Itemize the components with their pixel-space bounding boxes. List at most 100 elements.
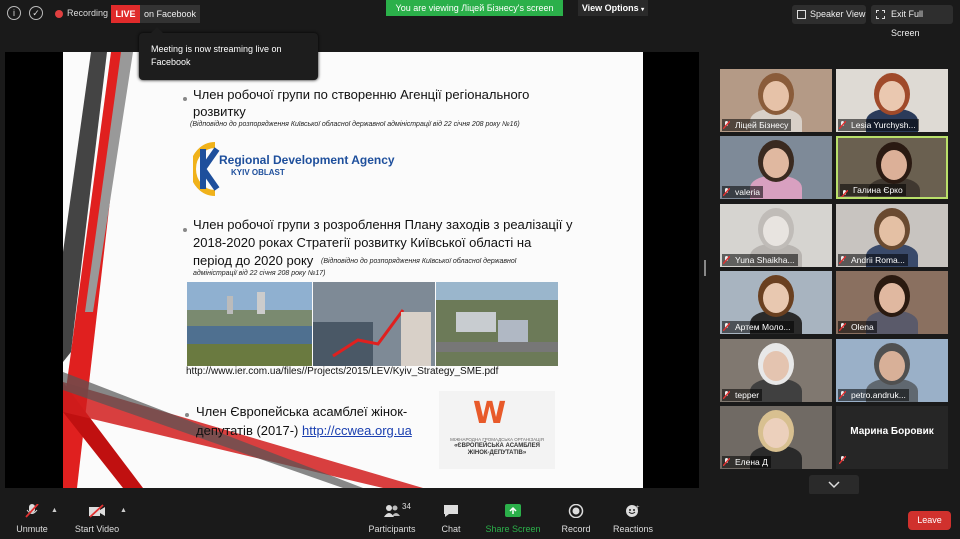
participant-video-face (763, 283, 789, 313)
muted-mic-icon (841, 190, 848, 197)
industrial-aerial-photo (436, 282, 558, 366)
ew-name-line2: ЖІНОК-ДЕПУТАТІВ» (467, 450, 527, 456)
participants-button[interactable]: 34 Participants (362, 494, 422, 539)
video-options-caret-icon[interactable]: ▲ (120, 507, 127, 514)
participant-tile[interactable]: tepper (720, 339, 832, 402)
participant-tile[interactable]: Lesia Yurchysh... (836, 69, 948, 132)
gallery-scroll-down-button[interactable] (809, 475, 859, 495)
slide-item3-text: депутатів (2017-) (196, 423, 302, 438)
participant-video-face (763, 148, 789, 178)
participant-tile[interactable]: Olena (836, 271, 948, 334)
chat-button[interactable]: Chat (421, 494, 481, 539)
shield-icon[interactable]: ✓ (29, 6, 43, 20)
muted-mic-icon (723, 188, 730, 196)
slide-item1-note: (Відповідно до розпорядження Київської о… (190, 121, 520, 128)
chevron-down-icon: ▾ (641, 7, 645, 13)
participant-tile[interactable]: Марина Боровик (836, 406, 948, 469)
live-platform[interactable]: on Facebook (140, 5, 200, 23)
strategy-url[interactable]: http://www.ier.com.ua/files//Projects/20… (186, 366, 498, 377)
live-badge[interactable]: LIVE (111, 5, 140, 23)
info-icon[interactable]: i (7, 6, 21, 20)
participant-video-face (879, 81, 905, 111)
muted-mic-icon (723, 121, 730, 129)
participant-video-face (879, 283, 905, 313)
leave-button[interactable]: Leave (908, 511, 951, 530)
participant-name: Марина Боровик (850, 426, 934, 437)
audio-options-caret-icon[interactable]: ▲ (51, 507, 58, 514)
start-video-label: Start Video (74, 524, 120, 534)
ew-name: «ЄВРОПЕЙСЬКА АСАМБЛЕЯ ЖІНОК-ДЕПУТАТІВ» (443, 443, 551, 457)
muted-mic-icon (723, 323, 730, 331)
participants-label: Participants (368, 524, 416, 534)
reactions-button[interactable]: + Reactions (603, 494, 663, 539)
city-river-photo (187, 282, 312, 366)
unmute-button[interactable]: Unmute (2, 494, 62, 539)
record-button[interactable]: Record (546, 494, 606, 539)
slide-item3-line2: депутатів (2017-) http://ccwea.org.ua (196, 422, 412, 439)
regional-development-agency-logo: Regional Development Agency KYIV OBLAST (193, 141, 395, 197)
slide-item2-line3: період до 2020 року (193, 253, 314, 268)
share-screen-button[interactable]: Share Screen (483, 494, 543, 539)
participant-tile[interactable]: Галина Єрко (836, 136, 948, 199)
european-assembly-logo: W МІЖНАРОДНА ГРОМАДСЬКА ОРГАНІЗАЦІЯ «ЄВР… (439, 391, 555, 469)
participant-name: Lesia Yurchysh... (838, 119, 919, 131)
muted-mic-icon (723, 458, 730, 466)
slide-item1-line2: розвитку (193, 104, 246, 119)
muted-mic-icon (839, 391, 846, 399)
view-options-label: View Options (581, 3, 639, 13)
participant-name: Yuna Shaikha... (722, 254, 798, 266)
recording-icon (55, 10, 63, 18)
ew-small-text: МІЖНАРОДНА ГРОМАДСЬКА ОРГАНІЗАЦІЯ (450, 437, 544, 442)
svg-text:+: + (636, 505, 640, 511)
exit-full-screen-label: Exit Full Screen (891, 9, 924, 38)
participants-count: 34 (402, 502, 411, 511)
unmute-label: Unmute (16, 524, 48, 534)
record-icon (568, 504, 584, 518)
ew-logo-mark: W (473, 396, 507, 431)
participant-video-face (763, 418, 789, 448)
speaker-view-button[interactable]: Speaker View (792, 5, 866, 24)
participant-name: Галина Єрко (840, 184, 906, 196)
participant-tile[interactable]: Елена Д (720, 406, 832, 469)
bullet (185, 413, 189, 417)
participant-tile[interactable]: Ліцей Бізнесу (720, 69, 832, 132)
ew-name-line1: «ЄВРОПЕЙСЬКА АСАМБЛЕЯ (454, 443, 540, 449)
participant-video-face (879, 216, 905, 246)
participant-tile[interactable]: Артем Моло... (720, 271, 832, 334)
slide-item3-line1: Член Європейська асамблеї жінок- (196, 404, 408, 419)
business-growth-photo (313, 282, 435, 366)
panel-resize-handle[interactable] (704, 260, 706, 276)
participant-video-face (763, 81, 789, 111)
microphone-muted-icon (25, 504, 39, 518)
start-video-button[interactable]: Start Video (67, 494, 127, 539)
participant-tile[interactable]: valeria (720, 136, 832, 199)
participant-tile[interactable]: petro.andruk... (836, 339, 948, 402)
participant-tile[interactable]: Yuna Shaikha... (720, 204, 832, 267)
chat-icon (444, 505, 458, 517)
reactions-label: Reactions (612, 524, 654, 534)
viewing-banner: You are viewing Ліцей Бізнесу's screen (386, 0, 563, 16)
slide-item2-note-b: адміністрації від 22 січня 208 року №17) (193, 270, 326, 277)
participant-video-face (763, 351, 789, 381)
muted-mic-icon (839, 121, 846, 129)
slide-item2-line1: Член робочої групи з розроблення Плану з… (193, 217, 573, 232)
participant-tile[interactable]: Andrii Roma... (836, 204, 948, 267)
participant-name: Ліцей Бізнесу (722, 119, 792, 131)
chat-label: Chat (441, 524, 461, 534)
record-label: Record (561, 524, 591, 534)
streaming-tooltip: Meeting is now streaming live on Faceboo… (139, 27, 318, 80)
presentation-slide: Член робочої групи по створенню Агенції … (63, 52, 643, 488)
view-options-button[interactable]: View Options ▾ (578, 0, 648, 16)
participants-icon (384, 505, 400, 517)
top-bar: i ✓ Recording LIVE on Facebook You are v… (0, 0, 960, 38)
share-screen-label: Share Screen (485, 524, 541, 534)
recording-label: Recording (67, 8, 109, 18)
muted-mic-icon (839, 456, 846, 464)
muted-mic-icon (839, 323, 846, 331)
muted-mic-icon (839, 256, 846, 264)
exit-full-screen-button[interactable]: Exit Full Screen (871, 5, 953, 38)
bullet (183, 228, 187, 232)
ccwea-link[interactable]: http://ccwea.org.ua (302, 423, 412, 438)
rda-subtitle: KYIV OBLAST (231, 168, 285, 177)
participant-name: Andrii Roma... (838, 254, 908, 266)
